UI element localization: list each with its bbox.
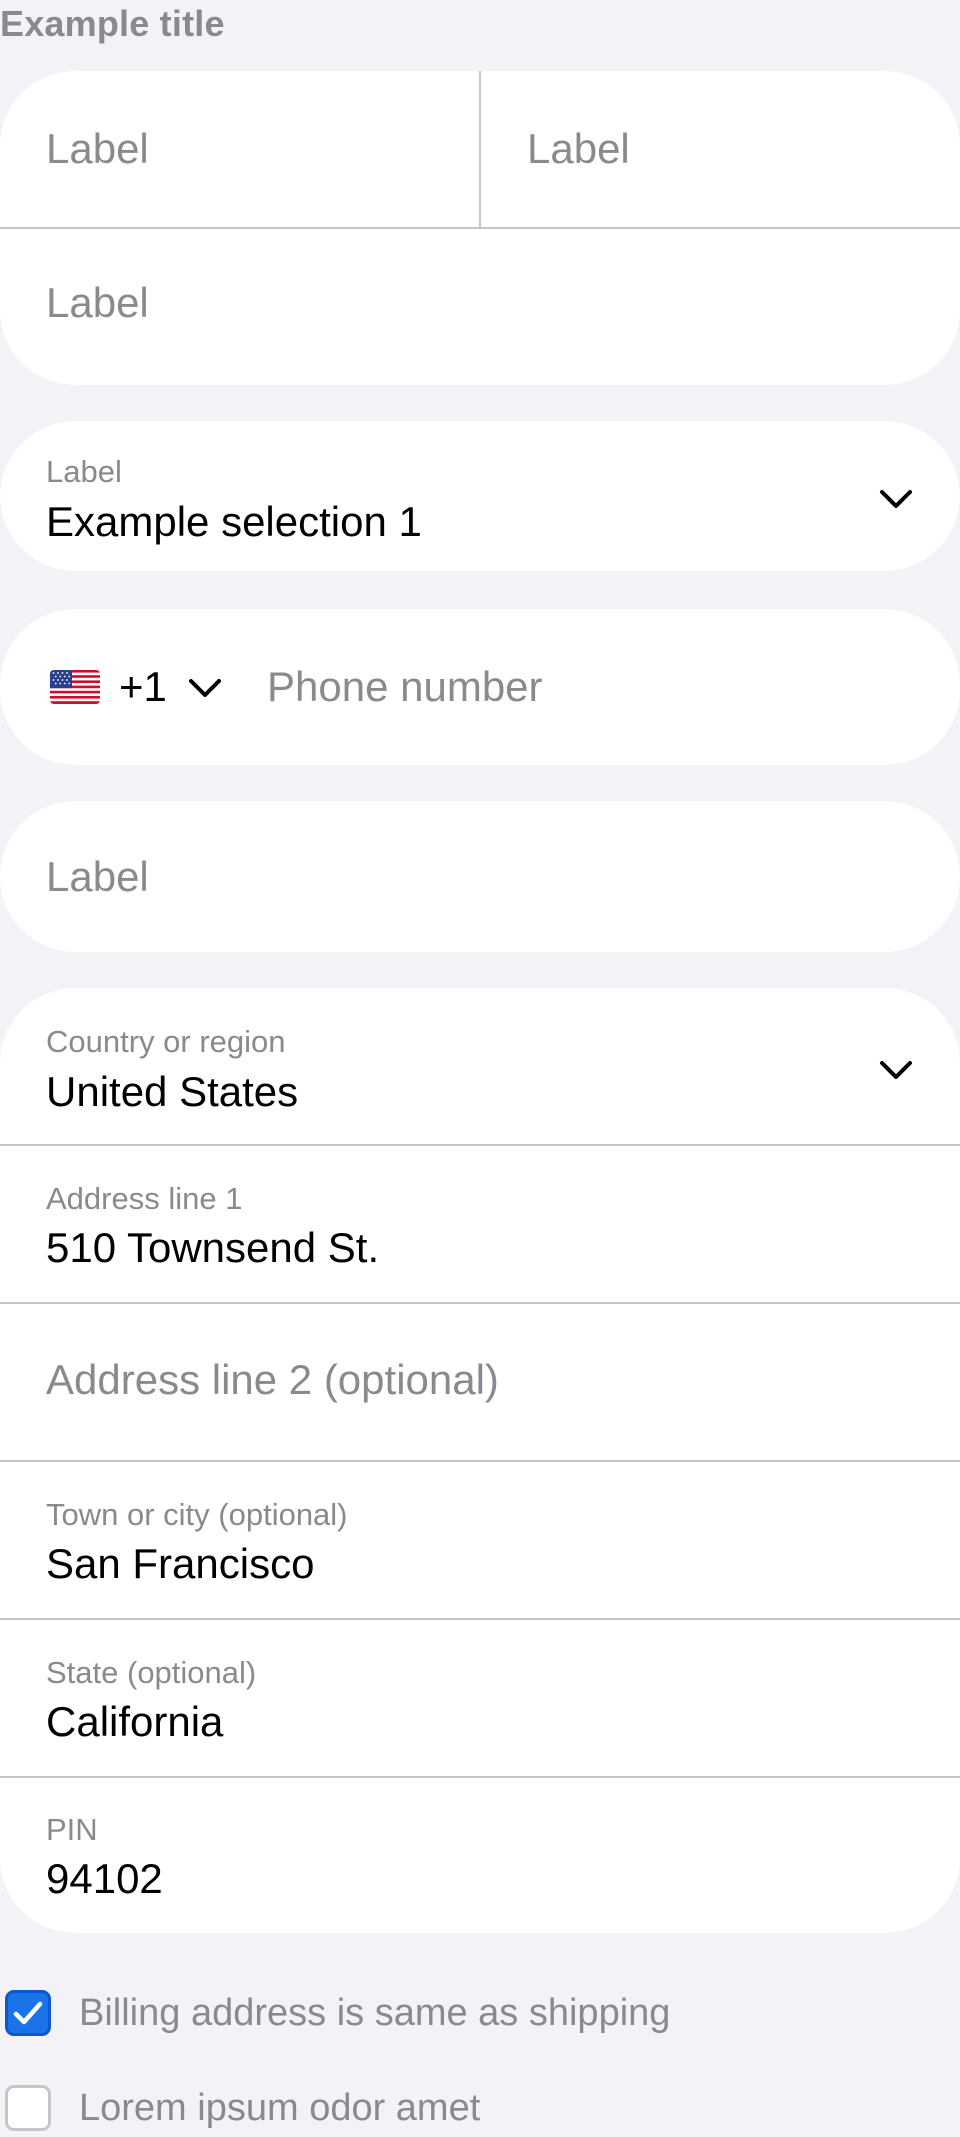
- billing-same-checkbox[interactable]: [5, 1990, 51, 2036]
- first-name-placeholder: Label: [46, 125, 149, 172]
- pin-label: PIN: [46, 1812, 98, 1847]
- chevron-down-icon: [874, 1048, 918, 1092]
- name-group-card: Label Label Label: [0, 71, 960, 385]
- chevron-down-icon: [874, 477, 918, 521]
- billing-same-checkbox-row[interactable]: Billing address is same as shipping: [0, 1988, 960, 2038]
- country-code-selector[interactable]: +1: [0, 609, 240, 765]
- dropdown-label: Label: [46, 454, 122, 489]
- billing-same-label: Billing address is same as shipping: [79, 1992, 671, 2034]
- chevron-down-icon: [183, 666, 227, 710]
- country-select[interactable]: Country or region United States: [0, 988, 960, 1144]
- address-line1-value: 510 Townsend St.: [46, 1224, 380, 1271]
- address-line1-input[interactable]: Address line 1 510 Townsend St.: [0, 1146, 960, 1302]
- lorem-checkbox[interactable]: [5, 2085, 51, 2131]
- phone-number-input[interactable]: Phone number: [250, 609, 960, 765]
- city-label: Town or city (optional): [46, 1497, 348, 1532]
- full-name-placeholder: Label: [46, 279, 149, 326]
- address-line2-input[interactable]: Address line 2 (optional): [0, 1304, 960, 1460]
- dropdown-value: Example selection 1: [46, 498, 422, 545]
- address-line2-placeholder: Address line 2 (optional): [46, 1356, 499, 1403]
- page-title: Example title: [0, 3, 225, 44]
- single-text-field[interactable]: Label: [0, 801, 960, 952]
- selection-dropdown[interactable]: Label Example selection 1: [0, 421, 960, 571]
- state-label: State (optional): [46, 1655, 257, 1690]
- country-value: United States: [46, 1068, 299, 1115]
- state-input[interactable]: State (optional) California: [0, 1620, 960, 1776]
- phone-number-placeholder: Phone number: [267, 663, 543, 710]
- full-name-field[interactable]: Label: [0, 229, 960, 385]
- phone-field-card: +1 Phone number: [0, 609, 960, 765]
- pin-input[interactable]: PIN 94102: [0, 1778, 960, 1933]
- address-line1-label: Address line 1: [46, 1181, 243, 1216]
- single-field-placeholder: Label: [46, 853, 149, 900]
- address-card: Country or region United States Address …: [0, 988, 960, 1933]
- city-value: San Francisco: [46, 1540, 315, 1587]
- us-flag-icon: [50, 670, 100, 704]
- pin-value: 94102: [46, 1855, 163, 1902]
- city-input[interactable]: Town or city (optional) San Francisco: [0, 1462, 960, 1618]
- last-name-field[interactable]: Label: [481, 71, 960, 227]
- lorem-checkbox-row[interactable]: Lorem ipsum odor amet: [0, 2083, 960, 2133]
- first-name-field[interactable]: Label: [0, 71, 480, 227]
- state-value: California: [46, 1698, 224, 1745]
- country-code: +1: [119, 663, 167, 710]
- checkmark-icon: [13, 2001, 43, 2025]
- country-label: Country or region: [46, 1024, 286, 1059]
- lorem-label: Lorem ipsum odor amet: [79, 2087, 481, 2129]
- last-name-placeholder: Label: [527, 125, 630, 172]
